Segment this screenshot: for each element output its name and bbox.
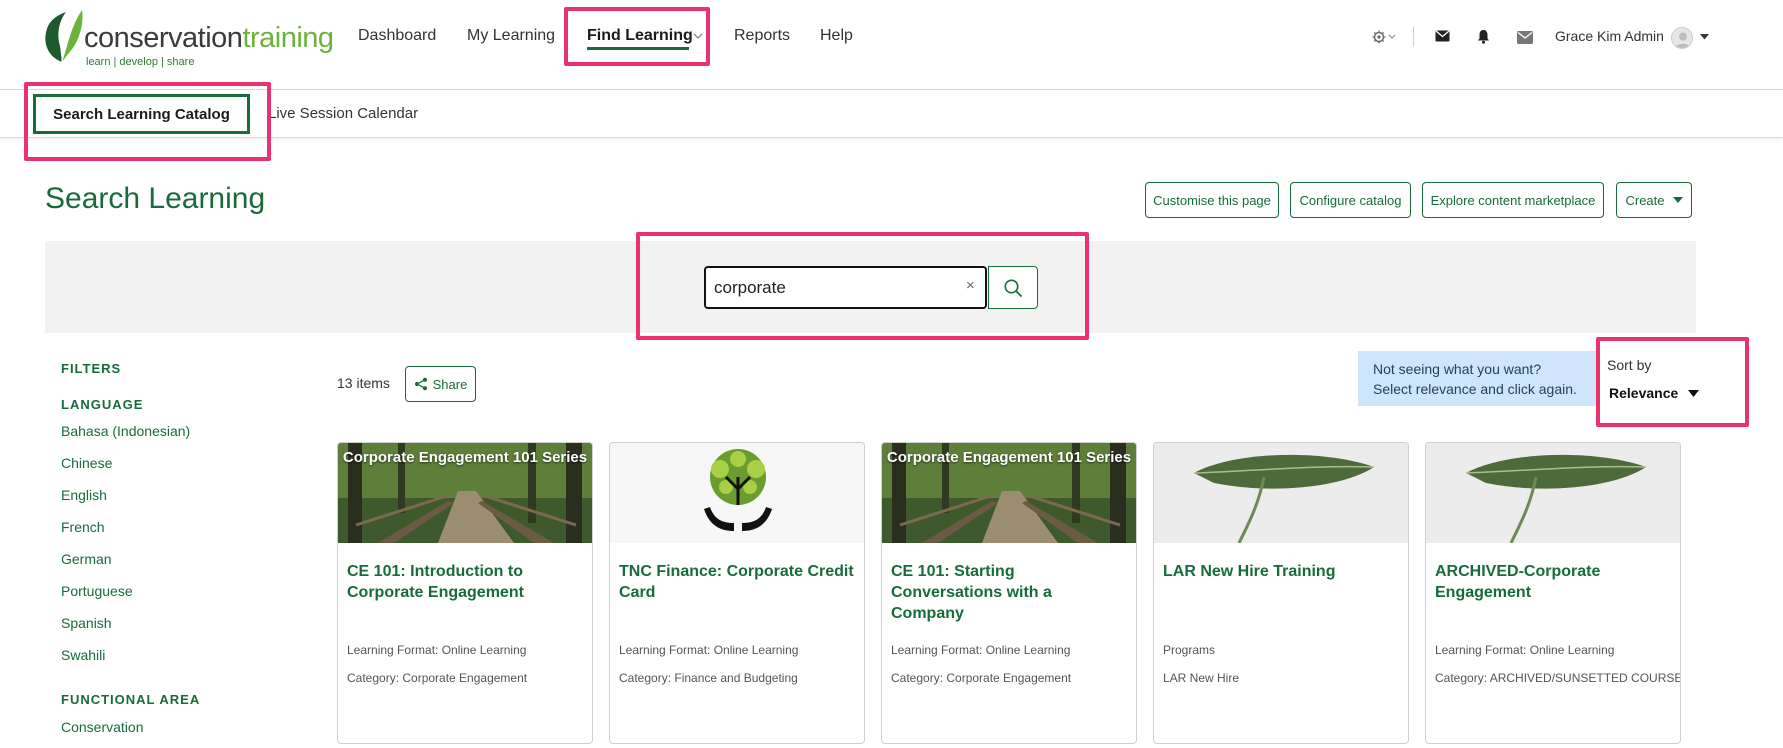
- hint-line-1: Not seeing what you want?: [1373, 361, 1542, 377]
- filter-section-language: LANGUAGE: [61, 397, 144, 412]
- leaf-logo-icon: [45, 10, 83, 63]
- highlight-search-box: [636, 232, 1089, 340]
- settings-gear-icon[interactable]: [1370, 26, 1398, 48]
- share-button[interactable]: Share: [405, 366, 476, 402]
- card-image-leaf: [1426, 443, 1680, 543]
- course-card[interactable]: Corporate Engagement 101 Series CE 101: …: [337, 442, 593, 744]
- highlight-search-catalog-tab: [24, 82, 271, 161]
- card-category: Category: Finance and Budgeting: [619, 671, 798, 685]
- explore-marketplace-button[interactable]: Explore content marketplace: [1422, 182, 1604, 218]
- notifications-bell-icon[interactable]: [1475, 27, 1491, 45]
- highlight-find-learning: [564, 7, 710, 66]
- nav-help[interactable]: Help: [820, 27, 853, 45]
- hint-line-2: Select relevance and click again.: [1373, 381, 1577, 397]
- card-format: Learning Format: Online Learning: [347, 643, 527, 657]
- filter-language-portuguese[interactable]: Portuguese: [61, 583, 133, 599]
- brand-wordmark: conservationtraining: [84, 22, 334, 54]
- filter-functional-conservation[interactable]: Conservation: [61, 719, 144, 735]
- results-count: 13 items: [337, 375, 390, 391]
- card-title[interactable]: CE 101: Introduction to Corporate Engage…: [347, 561, 585, 603]
- user-menu-caret-icon[interactable]: [1700, 34, 1709, 40]
- tab-live-session-calendar[interactable]: Live Session Calendar: [268, 105, 418, 122]
- filter-section-functional-area: FUNCTIONAL AREA: [61, 692, 201, 707]
- nav-reports[interactable]: Reports: [734, 27, 790, 45]
- create-label: Create: [1625, 192, 1665, 208]
- card-program-type: Programs: [1163, 643, 1216, 657]
- brand-logo[interactable]: conservationtraining learn | develop | s…: [40, 6, 334, 68]
- card-format: Learning Format: Online Learning: [1435, 643, 1615, 657]
- brand-tagline: learn | develop | share: [86, 56, 195, 68]
- filter-language-chinese[interactable]: Chinese: [61, 455, 112, 471]
- card-title[interactable]: LAR New Hire Training: [1163, 561, 1401, 582]
- course-card[interactable]: Corporate Engagement 101 Series CE 101: …: [881, 442, 1137, 744]
- mail-icon[interactable]: [1516, 29, 1534, 45]
- configure-catalog-button[interactable]: Configure catalog: [1290, 182, 1411, 218]
- filters-heading: FILTERS: [61, 361, 122, 376]
- card-image-caption: Corporate Engagement 101 Series: [886, 449, 1132, 466]
- create-dropdown-button[interactable]: Create: [1616, 182, 1692, 218]
- card-format: Learning Format: Online Learning: [891, 643, 1071, 657]
- user-name[interactable]: Grace Kim Admin: [1555, 28, 1664, 44]
- user-avatar[interactable]: [1671, 27, 1693, 49]
- filter-language-german[interactable]: German: [61, 551, 112, 567]
- card-image-caption: Corporate Engagement 101 Series: [342, 449, 588, 466]
- top-navbar: conservationtraining learn | develop | s…: [0, 0, 1783, 90]
- course-card[interactable]: TNC Finance: Corporate Credit Card Learn…: [609, 442, 865, 744]
- page-title: Search Learning: [45, 182, 266, 215]
- nav-my-learning[interactable]: My Learning: [467, 27, 555, 45]
- card-category: Category: Corporate Engagement: [347, 671, 528, 685]
- customise-page-button[interactable]: Customise this page: [1145, 182, 1279, 218]
- relevance-hint: Not seeing what you want? Select relevan…: [1358, 351, 1598, 406]
- nav-dashboard[interactable]: Dashboard: [358, 27, 436, 45]
- filter-language-bahasa[interactable]: Bahasa (Indonesian): [61, 423, 190, 439]
- course-card[interactable]: ARCHIVED-Corporate Engagement Learning F…: [1425, 442, 1681, 744]
- header-divider: [1413, 27, 1414, 47]
- filter-language-french[interactable]: French: [61, 519, 105, 535]
- filter-language-spanish[interactable]: Spanish: [61, 615, 112, 631]
- caret-down-icon: [1672, 196, 1683, 203]
- filter-language-english[interactable]: English: [61, 487, 107, 503]
- card-image-forest-bridge: Corporate Engagement 101 Series: [882, 443, 1136, 543]
- card-image-tree-hands: [610, 443, 864, 543]
- card-category: Category: ARCHIVED/SUNSETTED COURSES: [1435, 671, 1681, 685]
- highlight-sort-by: [1596, 337, 1749, 427]
- share-icon: [414, 377, 427, 391]
- card-image-leaf: [1154, 443, 1408, 543]
- card-title[interactable]: ARCHIVED-Corporate Engagement: [1435, 561, 1673, 603]
- course-card[interactable]: LAR New Hire Training Programs LAR New H…: [1153, 442, 1409, 744]
- share-label: Share: [432, 376, 468, 392]
- card-program-name: LAR New Hire: [1163, 671, 1240, 685]
- card-format: Learning Format: Online Learning: [619, 643, 799, 657]
- card-title[interactable]: CE 101: Starting Conversations with a Co…: [891, 561, 1129, 624]
- filter-language-swahili[interactable]: Swahili: [61, 647, 105, 663]
- card-category: Category: Corporate Engagement: [891, 671, 1072, 685]
- messages-icon[interactable]: [1433, 28, 1451, 44]
- card-image-forest-bridge: Corporate Engagement 101 Series: [338, 443, 592, 543]
- card-title[interactable]: TNC Finance: Corporate Credit Card: [619, 561, 857, 603]
